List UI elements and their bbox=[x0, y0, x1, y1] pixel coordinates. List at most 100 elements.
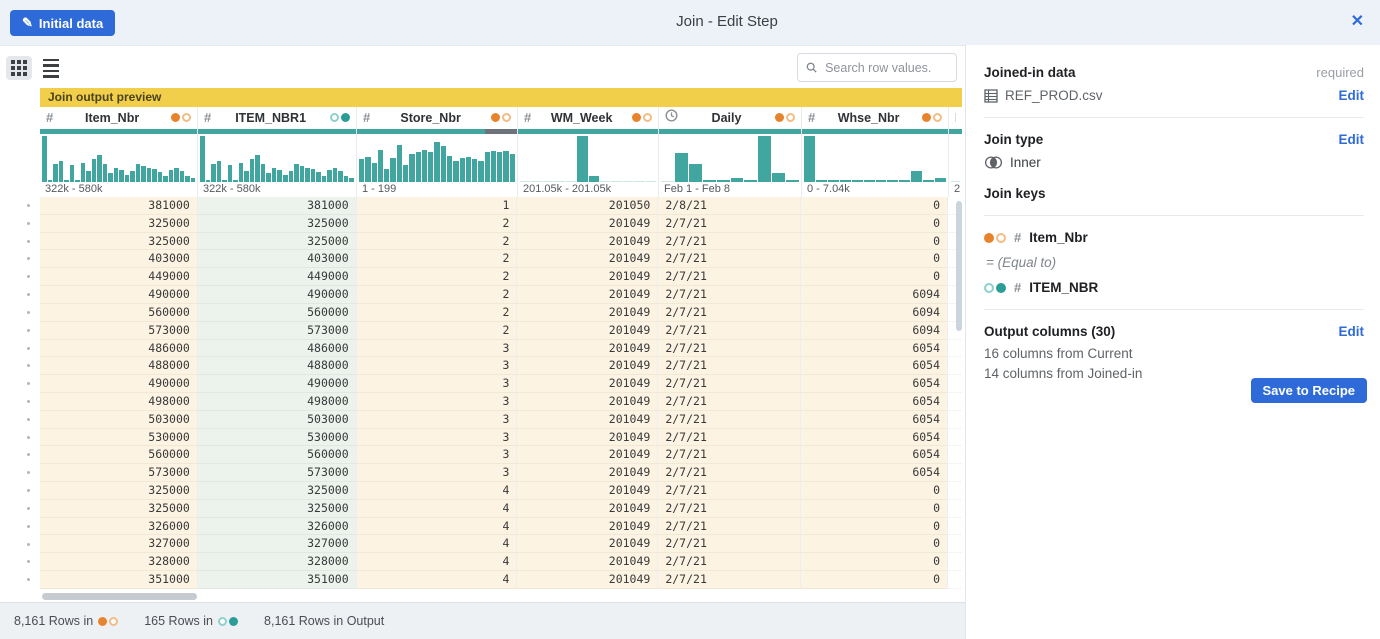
edit-join-type-link[interactable]: Edit bbox=[1339, 132, 1365, 147]
data-quality-bar[interactable] bbox=[518, 129, 658, 134]
cell-WM_Week[interactable]: 201049 bbox=[516, 571, 657, 589]
column-histogram[interactable] bbox=[357, 136, 517, 182]
cell-Item_Nbr[interactable]: 327000 bbox=[40, 535, 197, 553]
cell-ITEM_NBR1[interactable]: 381000 bbox=[197, 197, 356, 215]
cell-WM_Week[interactable]: 201049 bbox=[516, 393, 657, 411]
cell-WM_Week[interactable]: 201050 bbox=[516, 197, 657, 215]
cell-Store_Nbr[interactable]: 3 bbox=[356, 393, 517, 411]
cell-Item_Nbr[interactable]: 325000 bbox=[40, 215, 197, 233]
column-header-Store_Nbr[interactable]: #Store_Nbr1 - 199 bbox=[356, 107, 517, 197]
cell-ITEM_NBR1[interactable]: 325000 bbox=[197, 215, 356, 233]
cell-Item_Nbr[interactable]: 449000 bbox=[40, 268, 197, 286]
column-header-WM_Week[interactable]: #WM_Week201.05k - 201.05k bbox=[517, 107, 658, 197]
cell-WM_Week[interactable]: 201049 bbox=[516, 250, 657, 268]
column-histogram[interactable] bbox=[198, 136, 356, 182]
cell-Store_Nbr[interactable]: 4 bbox=[356, 500, 517, 518]
cell-WM_Week[interactable]: 201049 bbox=[516, 233, 657, 251]
column-header-Daily[interactable]: DailyFeb 1 - Feb 8 bbox=[658, 107, 801, 197]
cell-Daily[interactable]: 2/7/21 bbox=[657, 393, 800, 411]
save-to-recipe-button[interactable]: Save to Recipe bbox=[1251, 378, 1368, 403]
search-row-values[interactable] bbox=[797, 53, 957, 82]
horizontal-scrollbar[interactable] bbox=[42, 593, 197, 600]
cell-Item_Nbr[interactable]: 573000 bbox=[40, 322, 197, 340]
cell-ITEM_NBR1[interactable]: 351000 bbox=[197, 571, 356, 589]
cell-Whse_Nbr[interactable]: 6094 bbox=[800, 286, 947, 304]
cell-ITEM_NBR1[interactable]: 488000 bbox=[197, 357, 356, 375]
cell-Whse_Nbr[interactable]: 0 bbox=[800, 215, 947, 233]
cell-WM_Week[interactable]: 201049 bbox=[516, 535, 657, 553]
grid-view-button[interactable] bbox=[6, 56, 32, 80]
cell-Item_Nbr[interactable]: 503000 bbox=[40, 411, 197, 429]
cell-Daily[interactable]: 2/7/21 bbox=[657, 340, 800, 358]
cell-Whse_Nbr[interactable]: 6054 bbox=[800, 393, 947, 411]
close-icon[interactable]: ✕ bbox=[1351, 13, 1364, 31]
column-histogram[interactable] bbox=[659, 136, 801, 182]
cell-Item_Nbr[interactable]: 560000 bbox=[40, 304, 197, 322]
cell-Daily[interactable]: 2/7/21 bbox=[657, 215, 800, 233]
cell-Whse_Nbr[interactable]: 0 bbox=[800, 553, 947, 571]
cell-Daily[interactable]: 2/7/21 bbox=[657, 482, 800, 500]
cell-Item_Nbr[interactable]: 403000 bbox=[40, 250, 197, 268]
cell-Store_Nbr[interactable]: 3 bbox=[356, 340, 517, 358]
cell-Whse_Nbr[interactable]: 0 bbox=[800, 233, 947, 251]
edit-joined-in-link[interactable]: Edit bbox=[1339, 88, 1365, 103]
cell-Daily[interactable]: 2/7/21 bbox=[657, 553, 800, 571]
cell-Whse_Nbr[interactable]: 6054 bbox=[800, 357, 947, 375]
cell-Item_Nbr[interactable]: 325000 bbox=[40, 482, 197, 500]
cell-ITEM_NBR1[interactable]: 573000 bbox=[197, 464, 356, 482]
cell-Daily[interactable]: 2/7/21 bbox=[657, 233, 800, 251]
cell-Store_Nbr[interactable]: 3 bbox=[356, 357, 517, 375]
cell-ITEM_NBR1[interactable]: 325000 bbox=[197, 500, 356, 518]
cell-Whse_Nbr[interactable]: 0 bbox=[800, 518, 947, 536]
cell-Store_Nbr[interactable]: 2 bbox=[356, 304, 517, 322]
cell-WM_Week[interactable]: 201049 bbox=[516, 446, 657, 464]
cell-ITEM_NBR1[interactable]: 490000 bbox=[197, 375, 356, 393]
cell-Store_Nbr[interactable]: 1 bbox=[356, 197, 517, 215]
cell-Item_Nbr[interactable]: 325000 bbox=[40, 500, 197, 518]
cell-WM_Week[interactable]: 201049 bbox=[516, 500, 657, 518]
cell-Daily[interactable]: 2/7/21 bbox=[657, 375, 800, 393]
cell-Whse_Nbr[interactable]: 0 bbox=[800, 535, 947, 553]
cell-Whse_Nbr[interactable]: 6094 bbox=[800, 304, 947, 322]
cell-ITEM_NBR1[interactable]: 503000 bbox=[197, 411, 356, 429]
cell-WM_Week[interactable]: 201049 bbox=[516, 553, 657, 571]
cell-Store_Nbr[interactable]: 4 bbox=[356, 482, 517, 500]
cell-Store_Nbr[interactable]: 2 bbox=[356, 233, 517, 251]
cell-Item_Nbr[interactable]: 326000 bbox=[40, 518, 197, 536]
cell-Daily[interactable]: 2/7/21 bbox=[657, 446, 800, 464]
cell-WM_Week[interactable]: 201049 bbox=[516, 268, 657, 286]
cell-ITEM_NBR1[interactable]: 326000 bbox=[197, 518, 356, 536]
cell-Store_Nbr[interactable]: 2 bbox=[356, 250, 517, 268]
cell-Whse_Nbr[interactable]: 0 bbox=[800, 197, 947, 215]
cell-ITEM_NBR1[interactable]: 498000 bbox=[197, 393, 356, 411]
cell-Store_Nbr[interactable]: 2 bbox=[356, 322, 517, 340]
data-quality-bar[interactable] bbox=[357, 129, 517, 134]
cell-ITEM_NBR1[interactable]: 490000 bbox=[197, 286, 356, 304]
cell-WM_Week[interactable]: 201049 bbox=[516, 340, 657, 358]
column-histogram[interactable] bbox=[518, 136, 658, 182]
column-header-ITEM_NBR1[interactable]: #ITEM_NBR1322k - 580k bbox=[197, 107, 356, 197]
cell-ITEM_NBR1[interactable]: 560000 bbox=[197, 304, 356, 322]
cell-Store_Nbr[interactable]: 2 bbox=[356, 215, 517, 233]
vertical-scrollbar[interactable] bbox=[956, 201, 962, 331]
cell-Whse_Nbr[interactable]: 6094 bbox=[800, 322, 947, 340]
cell-Whse_Nbr[interactable]: 6054 bbox=[800, 411, 947, 429]
cell-WM_Week[interactable]: 201049 bbox=[516, 286, 657, 304]
cell-Whse_Nbr[interactable]: 6054 bbox=[800, 464, 947, 482]
cell-Store_Nbr[interactable]: 3 bbox=[356, 446, 517, 464]
cell-Daily[interactable]: 2/7/21 bbox=[657, 322, 800, 340]
cell-ITEM_NBR1[interactable]: 449000 bbox=[197, 268, 356, 286]
column-histogram[interactable] bbox=[40, 136, 197, 182]
cell-Item_Nbr[interactable]: 530000 bbox=[40, 429, 197, 447]
cell-Store_Nbr[interactable]: 3 bbox=[356, 464, 517, 482]
cell-Store_Nbr[interactable]: 4 bbox=[356, 553, 517, 571]
cell-WM_Week[interactable]: 201049 bbox=[516, 322, 657, 340]
data-quality-bar[interactable] bbox=[659, 129, 801, 134]
cell-Item_Nbr[interactable]: 573000 bbox=[40, 464, 197, 482]
cell-ITEM_NBR1[interactable]: 327000 bbox=[197, 535, 356, 553]
cell-WM_Week[interactable]: 201049 bbox=[516, 304, 657, 322]
cell-WM_Week[interactable]: 201049 bbox=[516, 215, 657, 233]
cell-Daily[interactable]: 2/7/21 bbox=[657, 286, 800, 304]
cell-WM_Week[interactable]: 201049 bbox=[516, 482, 657, 500]
cell-Whse_Nbr[interactable]: 0 bbox=[800, 482, 947, 500]
